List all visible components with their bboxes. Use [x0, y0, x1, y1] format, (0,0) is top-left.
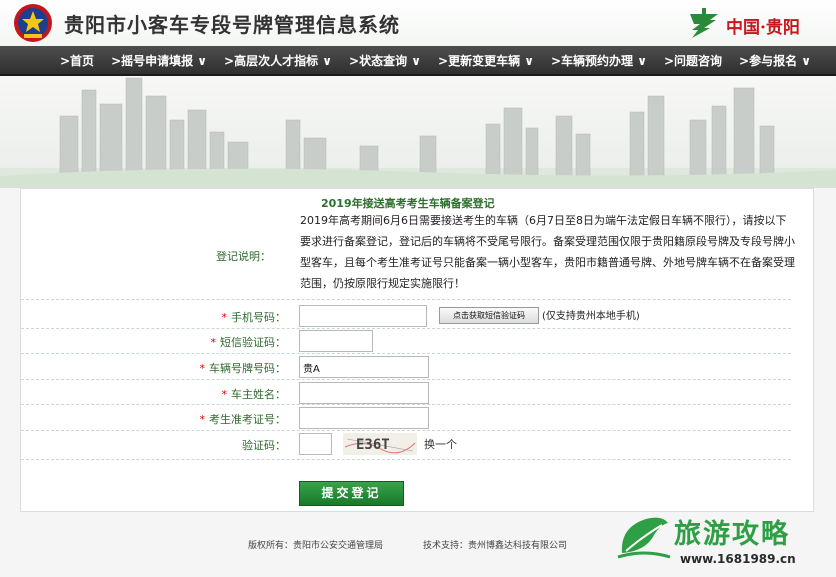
nav-item-lottery-apply[interactable]: >摇号申请填报 ∨: [111, 46, 207, 76]
divider: [21, 328, 791, 329]
required-mark: *: [221, 388, 228, 401]
nav-item-vehicle-change[interactable]: >更新变更车辆 ∨: [438, 46, 534, 76]
exam-id-label: * 考生准考证号：: [36, 411, 287, 427]
leaf-logo-icon: [617, 517, 671, 559]
phone-input[interactable]: [299, 305, 427, 327]
sms-code-input[interactable]: [299, 330, 373, 352]
plate-label-text: 车辆号牌号码：: [209, 362, 286, 375]
nav-item-registration[interactable]: >参与报名 ∨: [739, 46, 811, 76]
watermark: 旅游攻略 www.1681989.cn: [616, 508, 836, 577]
required-mark: *: [221, 311, 228, 324]
exam-id-input[interactable]: [299, 407, 429, 429]
registration-form-panel: 2019年接送高考考生车辆备案登记 登记说明： 2019年高考期间6月6日需要接…: [20, 188, 814, 512]
copyright-text: 版权所有：贵阳市公安交通管理局: [248, 541, 384, 551]
plate-number-input[interactable]: [299, 356, 429, 378]
divider: [21, 299, 791, 300]
divider: [21, 459, 791, 460]
watermark-title: 旅游攻略: [674, 519, 790, 550]
captcha-image[interactable]: E36T: [343, 433, 417, 455]
nav-item-faq[interactable]: >问题咨询: [664, 46, 722, 76]
region-logo-text: 中国·贵阳: [726, 18, 800, 38]
page: 贵阳市小客车专段号牌管理信息系统 中国·贵阳 >首页 >摇号申请填报 ∨ >高层…: [0, 0, 836, 577]
owner-name-input[interactable]: [299, 382, 429, 404]
main-nav: >首页 >摇号申请填报 ∨ >高层次人才指标 ∨ >状态查询 ∨ >更新变更车辆…: [0, 46, 836, 76]
description-text: 2019年高考期间6月6日需要接送考生的车辆（6月7日至8日为端午法定假日车辆不…: [300, 214, 795, 290]
captcha-text: E36T: [356, 437, 390, 453]
captcha-input[interactable]: [299, 433, 332, 455]
form-title: 2019年接送高考考生车辆备案登记: [321, 197, 495, 210]
exam-id-label-text: 考生准考证号：: [209, 413, 286, 426]
captcha-label: 验证码：: [242, 439, 286, 452]
region-logo: 中国·贵阳: [686, 6, 826, 42]
nav-item-talent-quota[interactable]: >高层次人才指标 ∨: [224, 46, 332, 76]
description-label: 登记说明：: [216, 250, 271, 263]
tech-support-text: 技术支持：贵州博鑫达科技有限公司: [423, 541, 568, 551]
nav-item-vehicle-booking[interactable]: >车辆预约办理 ∨: [551, 46, 647, 76]
owner-label: * 车主姓名：: [36, 386, 287, 402]
divider: [21, 404, 791, 405]
city-skyline-banner: [0, 76, 836, 188]
sms-code-label-text: 短信验证码：: [220, 336, 286, 349]
get-sms-code-button[interactable]: 点击获取短信验证码: [439, 307, 539, 324]
submit-button[interactable]: 提交登记: [299, 481, 404, 506]
site-title: 贵阳市小客车专段号牌管理信息系统: [64, 13, 400, 37]
skyline-illustration: [0, 77, 836, 188]
required-mark: *: [199, 413, 206, 426]
nav-item-home[interactable]: >首页: [60, 46, 94, 76]
required-mark: *: [210, 336, 217, 349]
tree-logo-icon: [690, 8, 718, 38]
owner-label-text: 车主姓名：: [231, 388, 286, 401]
divider: [21, 353, 791, 354]
phone-label-text: 手机号码：: [231, 311, 286, 324]
nav-item-status-query[interactable]: >状态查询 ∨: [349, 46, 421, 76]
divider: [21, 379, 791, 380]
watermark-url: www.1681989.cn: [680, 552, 796, 566]
police-badge-icon: [14, 4, 52, 42]
required-mark: *: [199, 362, 206, 375]
header: 贵阳市小客车专段号牌管理信息系统 中国·贵阳: [0, 0, 836, 46]
sms-note: (仅支持贵州本地手机): [542, 311, 640, 322]
divider: [21, 430, 791, 431]
refresh-captcha-link[interactable]: 换一个: [424, 436, 457, 452]
plate-label: * 车辆号牌号码：: [36, 360, 287, 376]
sms-code-label: * 短信验证码：: [36, 334, 287, 350]
phone-label: * 手机号码：: [36, 309, 287, 325]
